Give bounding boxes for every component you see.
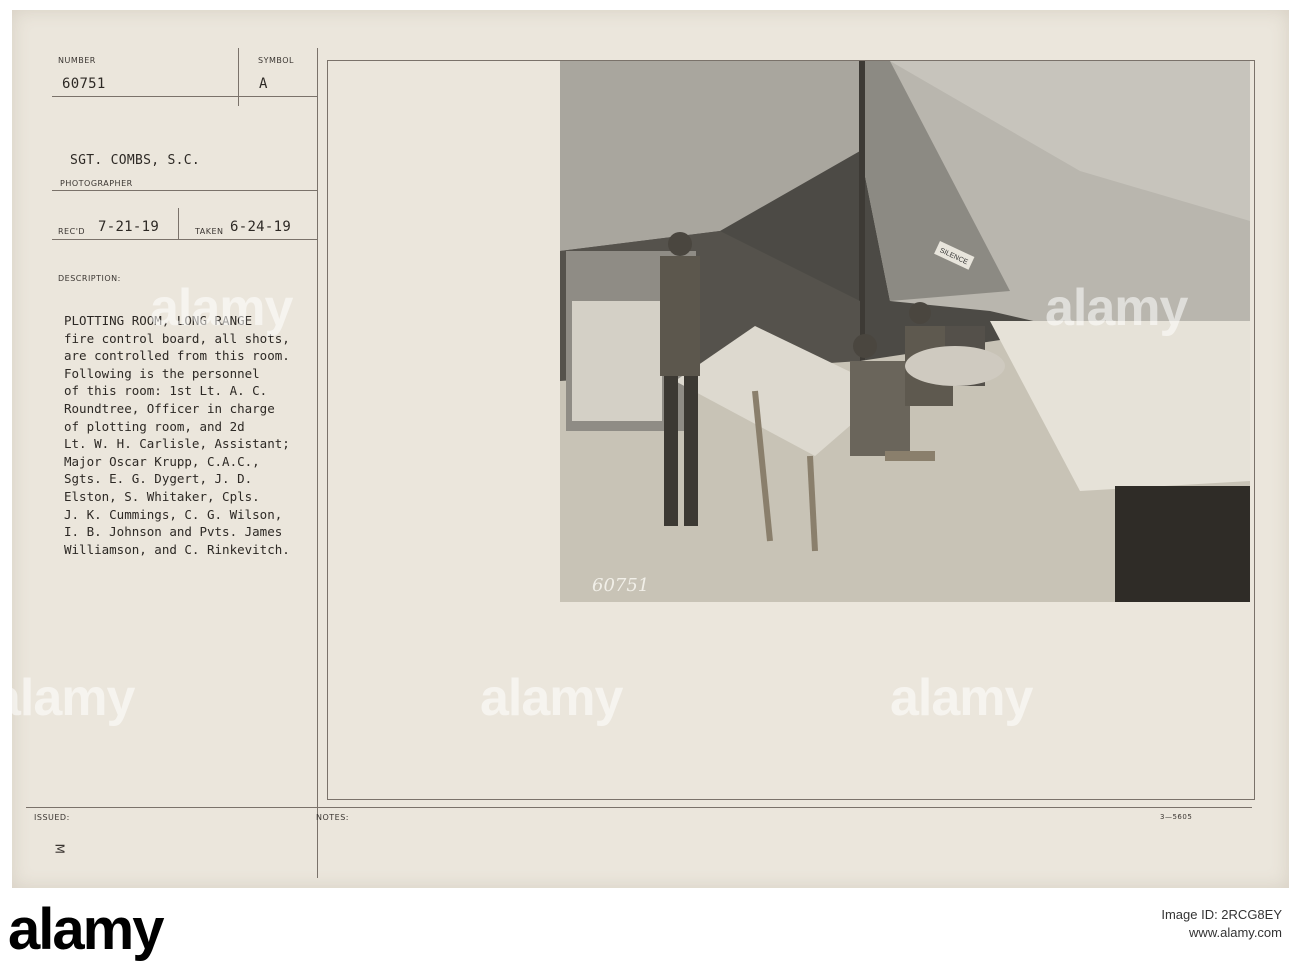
divider	[52, 96, 317, 97]
taken-label: TAKEN	[195, 227, 224, 236]
description-line: Williamson, and C. Rinkevitch.	[64, 541, 290, 557]
frame-bottom	[327, 799, 1255, 800]
photo-number: 60751	[592, 575, 649, 596]
number-label: NUMBER	[58, 56, 96, 65]
frame-right	[1254, 60, 1255, 800]
taken-value: 6-24-19	[230, 219, 292, 235]
alamy-logo: alamy	[8, 897, 164, 962]
watermark: alamy	[890, 669, 1033, 727]
symbol-label: SYMBOL	[258, 56, 294, 65]
divider	[178, 208, 179, 240]
stock-footer: alamy	[0, 888, 1300, 977]
corner-mark: M	[52, 843, 67, 855]
description-line: Following is the personnel	[64, 365, 260, 381]
watermark: alamy	[150, 279, 293, 337]
description-label: DESCRIPTION:	[58, 274, 121, 283]
description-line: I. B. Johnson and Pvts. James	[64, 524, 283, 540]
photographer-label: PHOTOGRAPHER	[60, 179, 133, 188]
image-id-label: Image ID: 2RCG8EY	[1161, 907, 1282, 922]
description-line: Lt. W. H. Carlisle, Assistant;	[64, 436, 290, 452]
divider	[52, 239, 317, 240]
description-line: of this room: 1st Lt. A. C.	[64, 383, 268, 399]
image-id: Image ID: 2RCG8EY www.alamy.com	[1161, 906, 1282, 942]
recd-label: REC'D	[58, 227, 86, 236]
recd-value: 7-21-19	[98, 219, 160, 235]
description-line: Major Oscar Krupp, C.A.C.,	[64, 453, 260, 469]
description-line: are controlled from this room.	[64, 348, 290, 364]
photographer-name: SGT. COMBS, S.C.	[70, 153, 201, 168]
watermark: alamy	[0, 669, 135, 727]
watermark: alamy	[1045, 279, 1188, 337]
description-line: of plotting room, and 2d	[64, 418, 245, 434]
divider	[52, 190, 317, 191]
watermark: alamy	[480, 669, 623, 727]
notes-rule	[26, 807, 1252, 808]
divider	[238, 48, 239, 106]
symbol-value: A	[259, 76, 268, 92]
issued-label: ISSUED:	[34, 813, 70, 822]
description-text: PLOTTING ROOM, LONG RANGE fire control b…	[64, 312, 354, 558]
card-divider	[317, 48, 318, 878]
frame-left	[327, 60, 328, 800]
site-url: www.alamy.com	[1189, 925, 1282, 940]
description-line: Elston, S. Whitaker, Cpls.	[64, 488, 260, 504]
description-line: J. K. Cummings, C. G. Wilson,	[64, 506, 283, 522]
notes-label: NOTES:	[316, 813, 349, 822]
description-line: Roundtree, Officer in charge	[64, 400, 275, 416]
number-value: 60751	[62, 76, 106, 92]
form-number: 3—5605	[1160, 813, 1193, 821]
description-line: Sgts. E. G. Dygert, J. D.	[64, 471, 253, 487]
